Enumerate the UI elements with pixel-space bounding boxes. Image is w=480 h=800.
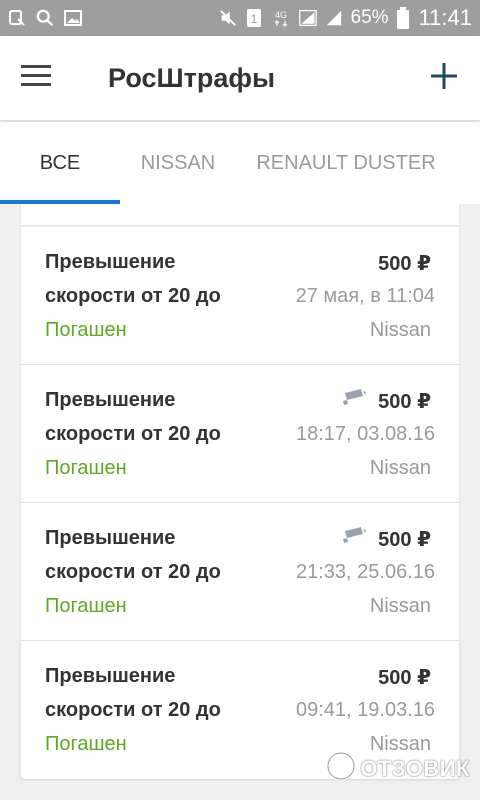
tab-all[interactable]: ВСЕ bbox=[0, 122, 120, 204]
fine-title: Превышение bbox=[45, 251, 176, 273]
tab-renault-duster[interactable]: RENAULT DUSTER bbox=[236, 122, 456, 204]
battery-icon bbox=[396, 7, 409, 29]
gallery-icon bbox=[64, 9, 82, 27]
fine-title: Превышение bbox=[45, 389, 176, 411]
tab-nissan[interactable]: NISSAN bbox=[120, 122, 236, 204]
fine-amount: 500 ₽ bbox=[378, 253, 431, 275]
list-item-partial[interactable] bbox=[20, 204, 460, 226]
app-title: РосШтрафы bbox=[108, 62, 276, 93]
list-item[interactable]: Превышение скорости от 20 до Погашен 500… bbox=[20, 365, 460, 503]
fine-title-line2: скорости от 20 до bbox=[45, 285, 221, 307]
fine-date: 21:33, 25.06.16 bbox=[295, 561, 435, 583]
svg-text:4G: 4G bbox=[275, 10, 287, 20]
fine-status: Погашен bbox=[45, 733, 127, 755]
sim-icon: 1 bbox=[245, 9, 263, 27]
list-item[interactable]: Превышение скорости от 20 до Погашен 500… bbox=[20, 227, 460, 365]
battery-percent: 65% bbox=[350, 7, 389, 28]
fine-date: 27 мая, в 11:04 bbox=[295, 285, 435, 307]
mute-icon bbox=[219, 9, 237, 27]
add-button[interactable] bbox=[408, 36, 480, 120]
fine-title: Превышение bbox=[45, 665, 176, 687]
watermark-text: ОТЗОВИК bbox=[360, 755, 470, 781]
watermark-logo-icon bbox=[326, 751, 356, 786]
clock: 11:41 bbox=[418, 5, 472, 30]
fines-list[interactable]: Превышение скорости от 20 до Погашен 500… bbox=[0, 204, 480, 800]
svg-text:1: 1 bbox=[250, 12, 257, 26]
signal-icon bbox=[298, 9, 317, 27]
watermark: ОТЗОВИК bbox=[326, 751, 470, 786]
fine-title-line2: скорости от 20 до bbox=[45, 699, 221, 721]
fine-car: Nissan bbox=[369, 319, 431, 341]
fine-title-line2: скорости от 20 до bbox=[45, 423, 221, 445]
fine-car: Nissan bbox=[369, 595, 431, 617]
fine-title: Превышение bbox=[45, 527, 176, 549]
fine-car: Nissan bbox=[369, 457, 431, 479]
notification-icon bbox=[8, 9, 26, 27]
fine-status: Погашен bbox=[45, 457, 127, 479]
search-icon bbox=[36, 9, 54, 27]
fine-status: Погашен bbox=[45, 595, 127, 617]
list-item[interactable]: Превышение скорости от 20 до Погашен 500… bbox=[20, 503, 460, 641]
status-bar: 1 4G 65% 11:41 bbox=[0, 0, 480, 36]
fine-status: Погашен bbox=[45, 319, 127, 341]
network-type-icon: 4G bbox=[271, 9, 291, 27]
hamburger-menu-icon bbox=[21, 64, 51, 92]
app-bar: РосШтрафы bbox=[0, 36, 480, 120]
camera-icon bbox=[341, 525, 367, 547]
tab-bar: ВСЕ NISSAN RENAULT DUSTER bbox=[0, 122, 480, 204]
camera-icon bbox=[341, 387, 367, 409]
plus-icon bbox=[431, 62, 457, 94]
fine-title-line2: скорости от 20 до bbox=[45, 561, 221, 583]
menu-button[interactable] bbox=[0, 36, 72, 120]
fine-amount: 500 ₽ bbox=[378, 529, 431, 551]
fine-amount: 500 ₽ bbox=[378, 391, 431, 413]
fine-amount: 500 ₽ bbox=[378, 667, 431, 689]
fine-date: 09:41, 19.03.16 bbox=[295, 699, 435, 721]
signal-icon-2 bbox=[325, 9, 343, 27]
fine-date: 18:17, 03.08.16 bbox=[295, 423, 435, 445]
